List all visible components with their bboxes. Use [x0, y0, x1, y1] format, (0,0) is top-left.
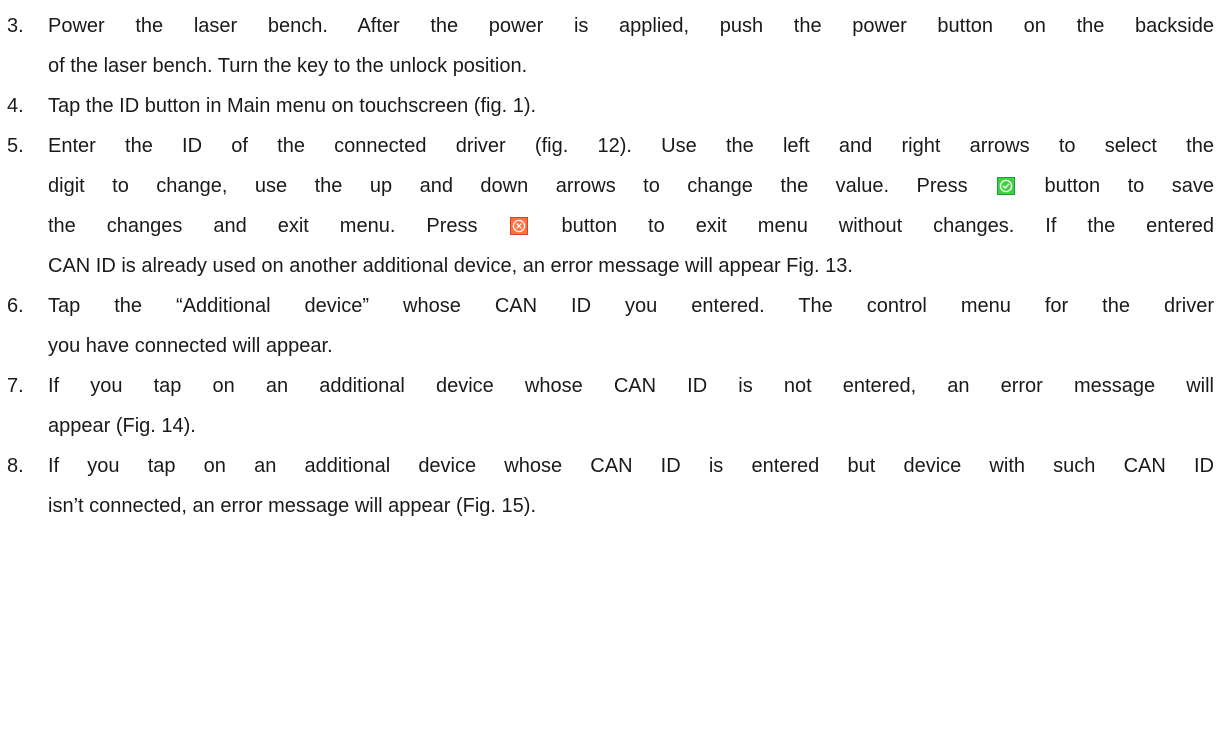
step-number: 7. [7, 375, 24, 397]
step-text-line-with-icon: digit to change, use the up and down arr… [48, 166, 1214, 206]
step-text-line: you have connected will appear. [48, 335, 333, 357]
step-text-line-with-icon: the changes and exit menu. Press button … [48, 206, 1214, 246]
step-text-line: Power the laser bench. After the power i… [48, 15, 1214, 37]
step-text-line: If you tap on an additional device whose… [48, 375, 1214, 397]
step-text-line: CAN ID is already used on another additi… [48, 255, 853, 277]
step-number: 3. [7, 15, 24, 37]
green-check-icon [997, 177, 1016, 195]
step-text-segment: button to save [1044, 175, 1214, 197]
step-text-segment: button to exit menu without changes. If … [561, 215, 1214, 237]
step-text-line: Tap the ID button in Main menu on touchs… [48, 95, 537, 117]
step-text-line: of the laser bench. Turn the key to the … [48, 55, 528, 77]
step-number: 5. [7, 135, 24, 157]
step-text-segment: the changes and exit menu. Press [48, 215, 478, 237]
red-x-icon [510, 217, 529, 235]
step-text-line: appear (Fig. 14). [48, 415, 196, 437]
step-text-line: Tap the “Additional device” whose CAN ID… [48, 295, 1214, 317]
step-number: 6. [7, 295, 24, 317]
step-number: 4. [7, 95, 24, 117]
step-text-line: Enter the ID of the connected driver (fi… [48, 135, 1214, 157]
step-number: 8. [7, 455, 24, 477]
step-text-line: isn’t connected, an error message will a… [48, 495, 537, 517]
step-text-line: If you tap on an additional device whose… [48, 455, 1214, 477]
step-text-segment: digit to change, use the up and down arr… [48, 175, 968, 197]
instruction-document: 3. Power the laser bench. After the powe… [0, 0, 1226, 742]
